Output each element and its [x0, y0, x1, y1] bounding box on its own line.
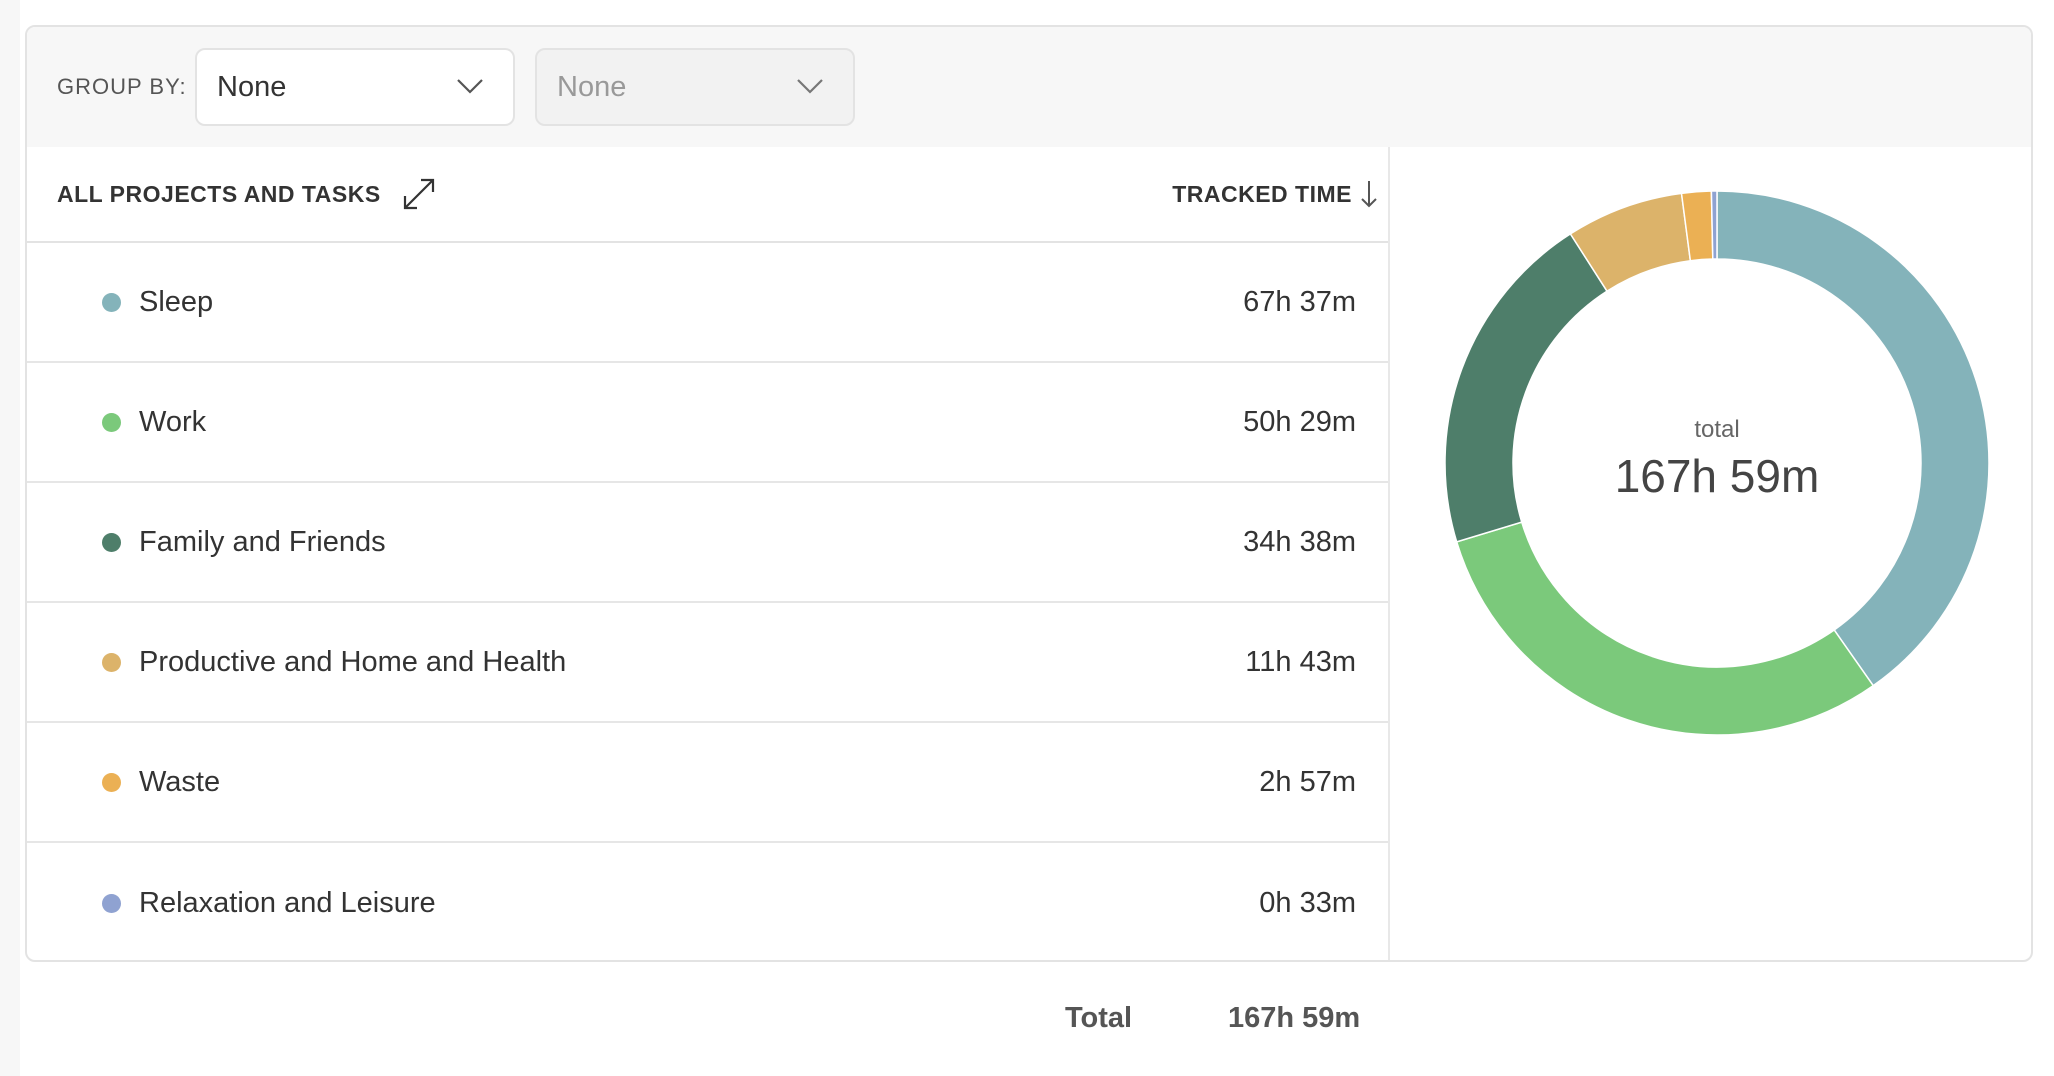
footer-total-value: 167h 59m — [1228, 1002, 1361, 1034]
project-label: Work — [139, 405, 207, 438]
donut-center-label: total — [1694, 416, 1739, 443]
left-strip — [0, 0, 20, 1076]
donut-chart: total 167h 59m — [1444, 190, 1990, 736]
all-projects-header-label: ALL PROJECTS AND TASKS — [57, 180, 381, 207]
chevron-down-icon — [797, 79, 823, 94]
project-label: Sleep — [139, 285, 214, 318]
project-time: 67h 37m — [1243, 285, 1356, 318]
tracked-time-header-label: TRACKED TIME — [1172, 180, 1352, 207]
list-item[interactable]: Sleep 67h 37m — [27, 243, 1388, 363]
project-time: 34h 38m — [1243, 525, 1356, 558]
donut-center-value: 167h 59m — [1615, 450, 1820, 502]
list-item[interactable]: Relaxation and Leisure 0h 33m — [27, 843, 1388, 960]
chevron-down-icon — [457, 79, 483, 94]
project-name: Productive and Home and Health — [102, 646, 566, 679]
footer-total-label: Total — [1065, 1002, 1133, 1034]
list-item[interactable]: Productive and Home and Health 11h 43m — [27, 603, 1388, 723]
project-color-dot — [102, 532, 121, 552]
list-item[interactable]: Family and Friends 34h 38m — [27, 483, 1388, 603]
project-label: Relaxation and Leisure — [139, 886, 436, 919]
project-color-dot — [102, 292, 121, 312]
project-label: Productive and Home and Health — [139, 645, 567, 678]
list-item[interactable]: Work 50h 29m — [27, 363, 1388, 483]
donut-slice-work[interactable] — [1455, 521, 1875, 736]
donut-slice-family-and-friends[interactable] — [1444, 232, 1609, 543]
project-name: Relaxation and Leisure — [102, 887, 436, 920]
project-color-dot — [102, 652, 121, 672]
projects-list: ALL PROJECTS AND TASKS TRACKED TIME Slee… — [27, 147, 1390, 960]
project-time: 0h 33m — [1259, 886, 1356, 919]
project-name: Work — [102, 406, 206, 439]
list-item[interactable]: Waste 2h 57m — [27, 723, 1388, 843]
project-time: 11h 43m — [1245, 645, 1356, 678]
project-name: Family and Friends — [102, 526, 386, 559]
subgroup-select[interactable]: None — [535, 48, 855, 126]
project-name: Waste — [102, 766, 220, 799]
project-time: 50h 29m — [1243, 405, 1356, 438]
donut-slice-sleep[interactable] — [1716, 190, 1990, 687]
sort-down-arrow-icon — [1361, 181, 1377, 208]
project-label: Family and Friends — [139, 525, 386, 558]
project-color-dot — [102, 412, 121, 432]
all-projects-header[interactable]: ALL PROJECTS AND TASKS — [57, 176, 437, 212]
group-by-toolbar: GROUP BY: None None — [27, 27, 2031, 147]
tracked-time-header[interactable]: TRACKED TIME — [1172, 179, 1378, 209]
list-header: ALL PROJECTS AND TASKS TRACKED TIME — [27, 147, 1388, 243]
group-by-label: GROUP BY: — [57, 74, 187, 99]
donut-chart-area: total 167h 59m — [1392, 147, 2031, 960]
project-label: Waste — [139, 765, 221, 798]
project-name: Sleep — [102, 286, 213, 319]
donut-slice-relaxation-and-leisure[interactable] — [1710, 190, 1718, 260]
expand-icon[interactable] — [401, 176, 437, 212]
subgroup-select-value: None — [557, 70, 627, 103]
group-by-select-value: None — [217, 70, 287, 103]
project-color-dot — [102, 772, 121, 792]
project-time: 2h 57m — [1259, 765, 1356, 798]
report-panel: GROUP BY: None None ALL PROJECTS AND TAS… — [25, 25, 2033, 962]
project-color-dot — [102, 893, 121, 913]
group-by-select[interactable]: None — [195, 48, 515, 126]
